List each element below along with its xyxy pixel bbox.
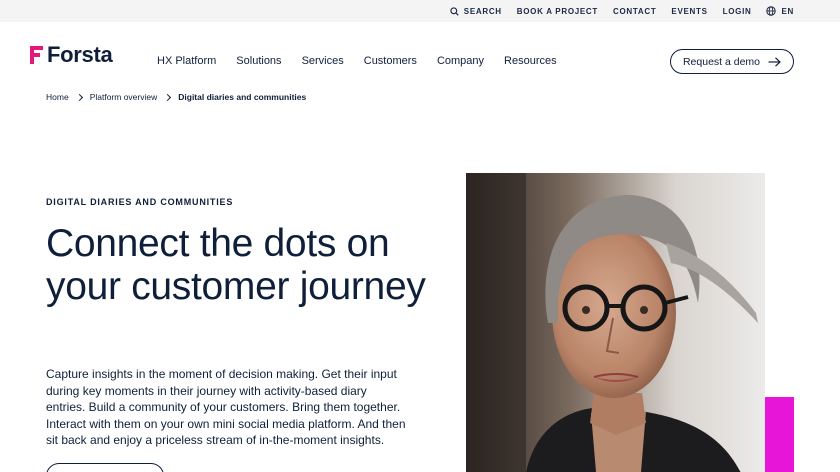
book-project-link[interactable]: BOOK A PROJECT — [517, 7, 598, 16]
section-eyebrow: DIGITAL DIARIES AND COMMUNITIES — [46, 197, 234, 207]
hero-description: Capture insights in the moment of decisi… — [46, 367, 406, 447]
hero-portrait-image — [466, 173, 765, 472]
nav-item-company[interactable]: Company — [437, 55, 484, 67]
utility-nav: SEARCH BOOK A PROJECT CONTACT EVENTS LOG… — [450, 0, 794, 22]
login-link[interactable]: LOGIN — [723, 7, 752, 16]
nav-item-hx-platform[interactable]: HX Platform — [157, 55, 216, 67]
breadcrumb-current: Digital diaries and communities — [178, 92, 307, 102]
nav-item-customers[interactable]: Customers — [364, 55, 417, 67]
utility-bar: SEARCH BOOK A PROJECT CONTACT EVENTS LOG… — [0, 0, 840, 22]
contact-link[interactable]: CONTACT — [613, 7, 656, 16]
chevron-right-icon — [75, 93, 83, 101]
forsta-logo[interactable]: Forsta — [30, 42, 113, 67]
logo-wordmark: Forsta — [47, 42, 113, 67]
nav-item-resources[interactable]: Resources — [504, 55, 557, 67]
nav-item-solutions[interactable]: Solutions — [236, 55, 281, 67]
search-icon — [450, 6, 459, 16]
events-link[interactable]: EVENTS — [671, 7, 707, 16]
arrow-right-icon — [768, 56, 781, 67]
breadcrumb-platform-overview[interactable]: Platform overview — [90, 92, 158, 102]
breadcrumb-home[interactable]: Home — [46, 92, 69, 102]
language-selector[interactable]: EN — [766, 6, 794, 16]
nav-item-services[interactable]: Services — [302, 55, 344, 67]
search-link[interactable]: SEARCH — [450, 7, 502, 16]
breadcrumb: Home Platform overview Digital diaries a… — [46, 92, 306, 102]
site-header: Forsta HX Platform Solutions Services Cu… — [0, 22, 840, 96]
hero-cta-button[interactable] — [46, 463, 164, 472]
main-nav: HX Platform Solutions Services Customers… — [157, 55, 557, 67]
globe-icon — [766, 6, 777, 16]
request-demo-button[interactable]: Request a demo — [670, 49, 794, 74]
language-label: EN — [781, 6, 794, 16]
logo-mark-icon — [30, 46, 43, 64]
decorative-accent-block — [765, 397, 794, 472]
page-title: Connect the dots on your customer journe… — [46, 222, 426, 308]
chevron-right-icon — [164, 93, 172, 101]
search-label: SEARCH — [463, 6, 502, 16]
portrait-illustration — [466, 173, 765, 472]
request-demo-label: Request a demo — [682, 55, 761, 68]
